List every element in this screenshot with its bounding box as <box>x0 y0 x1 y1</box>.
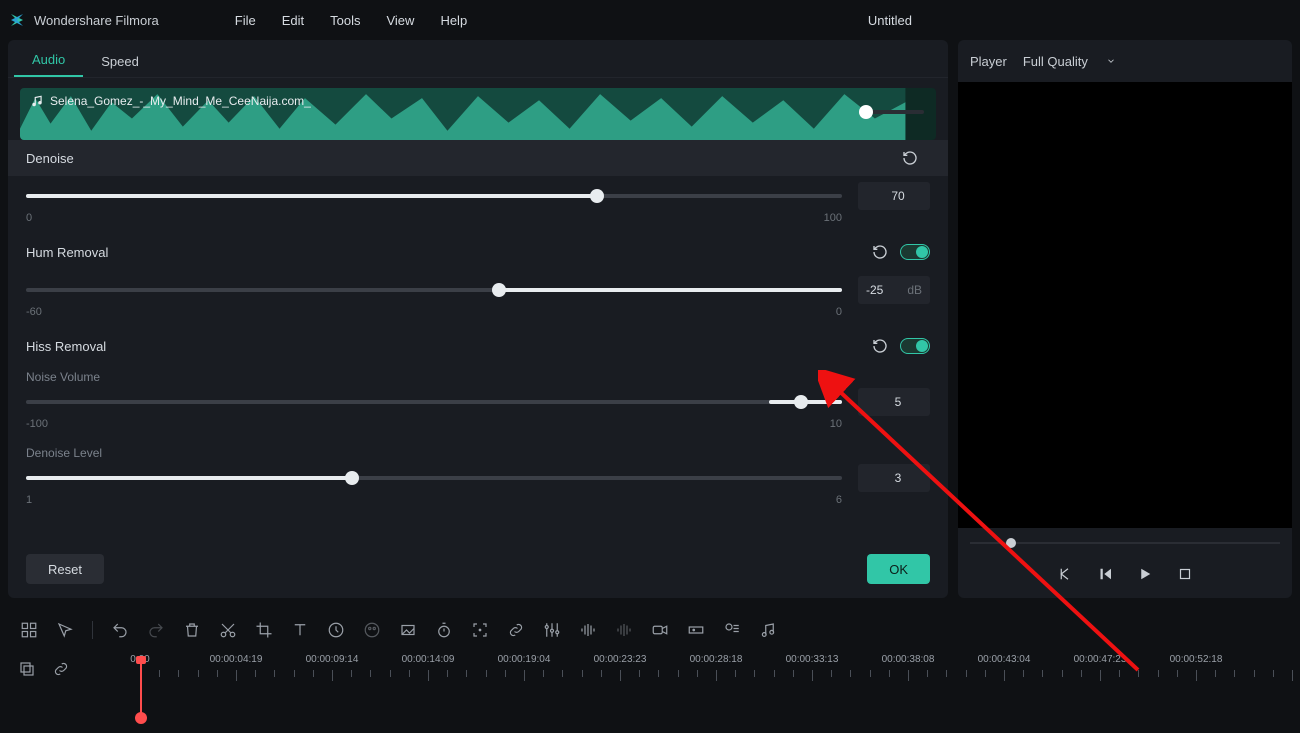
chevron-down-icon <box>1106 56 1116 66</box>
focus-icon[interactable] <box>471 621 489 639</box>
denoise-header: Denoise <box>8 140 948 176</box>
stopwatch-icon[interactable] <box>435 621 453 639</box>
redo-icon[interactable] <box>147 621 165 639</box>
undo-icon[interactable] <box>111 621 129 639</box>
transcribe-icon[interactable] <box>723 621 741 639</box>
tab-audio[interactable]: Audio <box>14 44 83 77</box>
menu-file[interactable]: File <box>225 9 266 32</box>
timeline-toolbar <box>0 612 1300 648</box>
ruler-mark: 00:00:14:09 <box>402 654 455 665</box>
denoise-value[interactable]: 70 <box>858 182 930 210</box>
noise-volume-slider[interactable] <box>26 400 842 404</box>
ruler-mark: 00:00:28:18 <box>690 654 743 665</box>
ok-button[interactable]: OK <box>867 554 930 584</box>
hiss-toggle[interactable] <box>900 338 930 354</box>
marker-icon[interactable] <box>687 621 705 639</box>
color-icon[interactable] <box>363 621 381 639</box>
reset-button[interactable]: Reset <box>26 554 104 584</box>
equalizer-icon[interactable] <box>543 621 561 639</box>
quality-dropdown[interactable]: Full Quality <box>1019 50 1134 73</box>
player-label: Player <box>970 54 1007 69</box>
player-panel: Player Full Quality <box>958 40 1292 598</box>
hiss-removal-header: Hiss Removal <box>8 328 948 364</box>
audio-properties-panel: Audio Speed Selena_Gomez_-_My_Mind_Me_Ce… <box>8 40 948 598</box>
ruler-mark: 00:00:23:23 <box>594 654 647 665</box>
tab-speed[interactable]: Speed <box>83 46 157 77</box>
reset-hum-icon[interactable] <box>872 244 888 260</box>
app-logo-icon <box>8 11 26 29</box>
hum-value[interactable]: -25dB <box>858 276 930 304</box>
ruler-mark: 00:00:04:19 <box>210 654 263 665</box>
ruler-mark: 00:00:19:04 <box>498 654 551 665</box>
beat-icon[interactable] <box>759 621 777 639</box>
ruler-mark: 00:00:33:13 <box>786 654 839 665</box>
noise-volume-label: Noise Volume <box>26 370 930 384</box>
ruler-mark: 00:00:52:18 <box>1170 654 1223 665</box>
denoise-slider[interactable] <box>26 194 842 198</box>
reset-hiss-icon[interactable] <box>872 338 888 354</box>
prev-frame-icon[interactable] <box>1056 565 1074 583</box>
denoise-level-label: Denoise Level <box>26 446 930 460</box>
link-icon[interactable] <box>507 621 525 639</box>
crop-icon[interactable] <box>255 621 273 639</box>
music-note-icon <box>30 94 44 108</box>
ruler-mark: 00:00:38:08 <box>882 654 935 665</box>
delete-icon[interactable] <box>183 621 201 639</box>
menubar: Wondershare Filmora File Edit Tools View… <box>0 0 1300 40</box>
ruler-mark: 00:00:47:23 <box>1074 654 1127 665</box>
playhead[interactable] <box>140 658 142 718</box>
duplicate-icon[interactable] <box>18 660 36 678</box>
audio-bars-icon[interactable] <box>579 621 597 639</box>
document-title: Untitled <box>868 13 912 28</box>
speed-icon[interactable] <box>327 621 345 639</box>
timeline-ruler[interactable]: 0:00 00:00:04:1900:00:09:1400:00:14:0900… <box>140 654 1292 684</box>
menu-tools[interactable]: Tools <box>320 9 370 32</box>
audio-clip-waveform[interactable]: Selena_Gomez_-_My_Mind_Me_CeeNaija.com_ <box>20 88 936 140</box>
text-icon[interactable] <box>291 621 309 639</box>
hum-removal-header: Hum Removal <box>8 234 948 270</box>
hum-toggle[interactable] <box>900 244 930 260</box>
clip-filename: Selena_Gomez_-_My_Mind_Me_CeeNaija.com_ <box>50 94 311 108</box>
layout-icon[interactable] <box>20 621 38 639</box>
playback-track[interactable] <box>970 536 1280 550</box>
cut-icon[interactable] <box>219 621 237 639</box>
timeline-ruler-area: 0:00 00:00:04:1900:00:09:1400:00:14:0900… <box>0 650 1300 730</box>
reset-denoise-icon[interactable] <box>902 150 918 166</box>
panel-tabs: Audio Speed <box>8 40 948 78</box>
menu-help[interactable]: Help <box>430 9 477 32</box>
waveform-zoom-handle[interactable] <box>864 110 924 114</box>
hiss-title: Hiss Removal <box>26 339 106 354</box>
denoise-title: Denoise <box>26 151 74 166</box>
app-name: Wondershare Filmora <box>34 13 159 28</box>
denoise-level-slider[interactable] <box>26 476 842 480</box>
ai-audio-icon[interactable] <box>615 621 633 639</box>
stop-icon[interactable] <box>1176 565 1194 583</box>
record-icon[interactable] <box>651 621 669 639</box>
video-viewport[interactable] <box>958 82 1292 528</box>
hum-title: Hum Removal <box>26 245 108 260</box>
select-tool-icon[interactable] <box>56 621 74 639</box>
play-icon[interactable] <box>1136 565 1154 583</box>
divider <box>92 621 93 639</box>
ruler-mark: 00:00:43:04 <box>978 654 1031 665</box>
step-back-icon[interactable] <box>1096 565 1114 583</box>
snap-icon[interactable] <box>52 660 70 678</box>
menu-view[interactable]: View <box>376 9 424 32</box>
brand: Wondershare Filmora <box>8 11 159 29</box>
greenscreen-icon[interactable] <box>399 621 417 639</box>
transport-controls <box>958 550 1292 598</box>
hum-slider[interactable] <box>26 288 842 292</box>
menu-edit[interactable]: Edit <box>272 9 314 32</box>
noise-volume-value[interactable]: 5 <box>858 388 930 416</box>
ruler-mark: 00:00:09:14 <box>306 654 359 665</box>
denoise-level-value[interactable]: 3 <box>858 464 930 492</box>
